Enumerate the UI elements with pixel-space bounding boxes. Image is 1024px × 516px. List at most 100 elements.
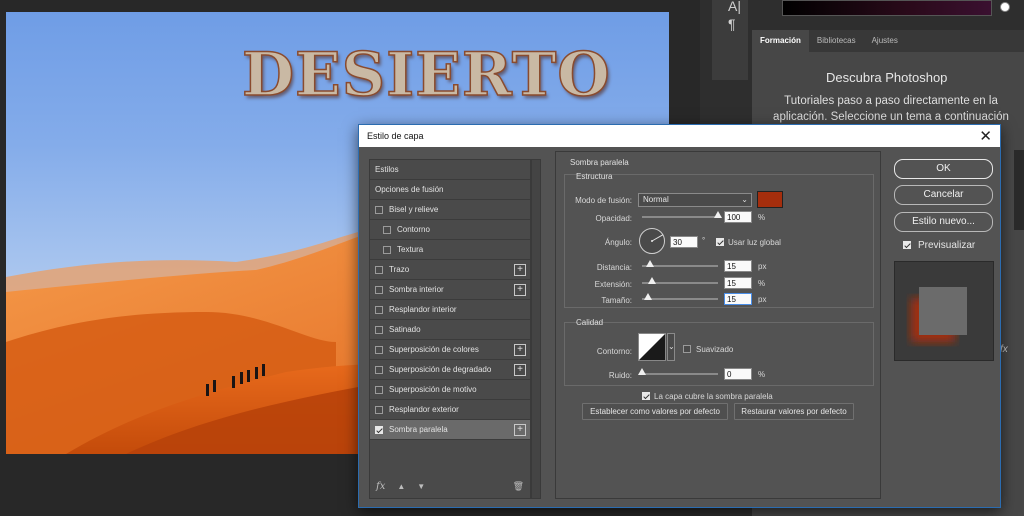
style-item[interactable]: Contorno — [370, 220, 530, 240]
distance-slider-thumb[interactable] — [646, 260, 654, 267]
angle-dial[interactable] — [638, 227, 666, 255]
tab-formacion[interactable]: Formación — [752, 30, 809, 52]
add-style-icon[interactable]: + — [514, 344, 526, 356]
style-checkbox[interactable] — [375, 385, 383, 394]
move-up-icon[interactable]: ▲ — [397, 482, 405, 491]
noise-slider[interactable] — [638, 368, 718, 375]
drop-shadow-settings: Sombra paralela Estructura Modo de fusió… — [555, 151, 881, 499]
style-checkbox[interactable] — [383, 245, 391, 254]
set-default-button[interactable]: Establecer como valores por defecto — [582, 403, 728, 420]
contour-label: Contorno: — [596, 347, 632, 356]
spread-label: Extensión: — [594, 280, 632, 289]
style-item[interactable]: Superposición de motivo — [370, 380, 530, 400]
section-title: Sombra paralela — [570, 158, 629, 167]
add-style-icon[interactable]: + — [514, 284, 526, 296]
noise-slider-thumb[interactable] — [638, 368, 646, 375]
move-down-icon[interactable]: ▼ — [417, 482, 425, 491]
style-item[interactable]: Satinado — [370, 320, 530, 340]
style-item[interactable]: Sombra interior + — [370, 280, 530, 300]
style-item-label: Superposición de motivo — [389, 385, 477, 394]
antialias-checkbox[interactable] — [683, 345, 691, 353]
noise-label: Ruido: — [608, 371, 632, 380]
style-item[interactable]: Textura — [370, 240, 530, 260]
size-slider[interactable] — [642, 293, 718, 300]
add-style-icon[interactable]: + — [514, 264, 526, 276]
distance-input[interactable]: 15 — [724, 260, 752, 272]
style-item-label: Contorno — [397, 225, 430, 234]
style-checkbox[interactable] — [375, 305, 383, 314]
style-item-label: Sombra interior — [389, 285, 444, 294]
character-icon[interactable]: A| — [728, 0, 741, 14]
fx-icon[interactable]: fx — [1000, 344, 1008, 355]
spread-input[interactable]: 15 — [724, 277, 752, 289]
tab-ajustes[interactable]: Ajustes — [864, 30, 906, 52]
reset-default-button[interactable]: Restaurar valores por defecto — [734, 403, 854, 420]
style-item-label: Superposición de degradado — [389, 365, 492, 374]
learn-description: Tutoriales paso a paso directamente en l… — [773, 95, 1009, 123]
style-item[interactable]: Sombra paralela + — [370, 420, 530, 440]
fx-icon[interactable]: fx — [376, 481, 385, 492]
add-style-icon[interactable]: + — [514, 424, 526, 436]
styles-list-scrollbar[interactable] — [531, 159, 541, 499]
opacity-slider-thumb[interactable] — [714, 211, 722, 218]
color-option-icon[interactable] — [1000, 2, 1010, 12]
style-checkbox[interactable] — [375, 285, 383, 294]
style-item-label: Bisel y relieve — [389, 205, 439, 214]
contour-dropdown-icon[interactable]: ⌄ — [667, 333, 675, 361]
style-item[interactable]: Estilos — [370, 160, 530, 180]
style-item-label: Resplandor interior — [389, 305, 457, 314]
distance-slider[interactable] — [642, 260, 718, 267]
dialog-titlebar[interactable]: Estilo de capa ✕ — [359, 125, 1000, 147]
chevron-down-icon: ⌄ — [741, 195, 748, 204]
trash-icon[interactable]: 🗑 — [513, 481, 524, 492]
style-item[interactable]: Opciones de fusión — [370, 180, 530, 200]
style-item[interactable]: Resplandor exterior — [370, 400, 530, 420]
style-item-label: Opciones de fusión — [375, 185, 444, 194]
contour-preview[interactable] — [638, 333, 666, 361]
blend-mode-select[interactable]: Normal ⌄ — [638, 193, 752, 207]
knockout-checkbox[interactable] — [642, 392, 650, 400]
style-checkbox[interactable] — [375, 425, 383, 434]
style-checkbox[interactable] — [375, 205, 383, 214]
style-checkbox[interactable] — [375, 265, 383, 274]
style-checkbox[interactable] — [375, 325, 383, 334]
antialias-label: Suavizado — [696, 345, 734, 354]
style-item[interactable]: Resplandor interior — [370, 300, 530, 320]
structure-title: Estructura — [576, 172, 613, 181]
new-style-button[interactable]: Estilo nuevo... — [894, 212, 993, 232]
dialog-title: Estilo de capa — [367, 131, 424, 141]
paragraph-icon[interactable]: ¶ — [728, 16, 736, 32]
preview-checkbox[interactable] — [903, 241, 911, 249]
quality-title: Calidad — [576, 318, 604, 327]
opacity-slider[interactable] — [642, 211, 722, 218]
opacity-label: Opacidad: — [595, 214, 632, 223]
cancel-button[interactable]: Cancelar — [894, 185, 993, 205]
size-slider-thumb[interactable] — [644, 293, 652, 300]
style-checkbox[interactable] — [375, 345, 383, 354]
style-checkbox[interactable] — [375, 365, 383, 374]
style-item-label: Estilos — [375, 165, 399, 174]
shadow-color-swatch[interactable] — [757, 191, 783, 208]
opacity-input[interactable]: 100 — [724, 211, 752, 223]
styles-list-footer: fx ▲ ▼ 🗑 — [370, 474, 530, 498]
spread-slider[interactable] — [642, 277, 718, 284]
style-item[interactable]: Bisel y relieve — [370, 200, 530, 220]
close-icon[interactable]: ✕ — [979, 127, 992, 145]
size-unit: px — [758, 295, 767, 304]
spread-slider-thumb[interactable] — [648, 277, 656, 284]
style-item[interactable]: Superposición de degradado + — [370, 360, 530, 380]
style-item[interactable]: Superposición de colores + — [370, 340, 530, 360]
style-checkbox[interactable] — [383, 225, 391, 234]
global-light-checkbox[interactable] — [716, 238, 724, 246]
angle-input[interactable]: 30 — [670, 236, 698, 248]
ok-button[interactable]: OK — [894, 159, 993, 179]
style-item[interactable]: Trazo + — [370, 260, 530, 280]
style-checkbox[interactable] — [375, 405, 383, 414]
tab-bibliotecas[interactable]: Bibliotecas — [809, 30, 864, 52]
add-style-icon[interactable]: + — [514, 364, 526, 376]
distance-label: Distancia: — [596, 263, 632, 272]
size-input[interactable]: 15 — [724, 293, 752, 305]
color-picker-bar[interactable] — [782, 0, 992, 16]
noise-input[interactable]: 0 — [724, 368, 752, 380]
panel-edge — [1014, 150, 1024, 230]
